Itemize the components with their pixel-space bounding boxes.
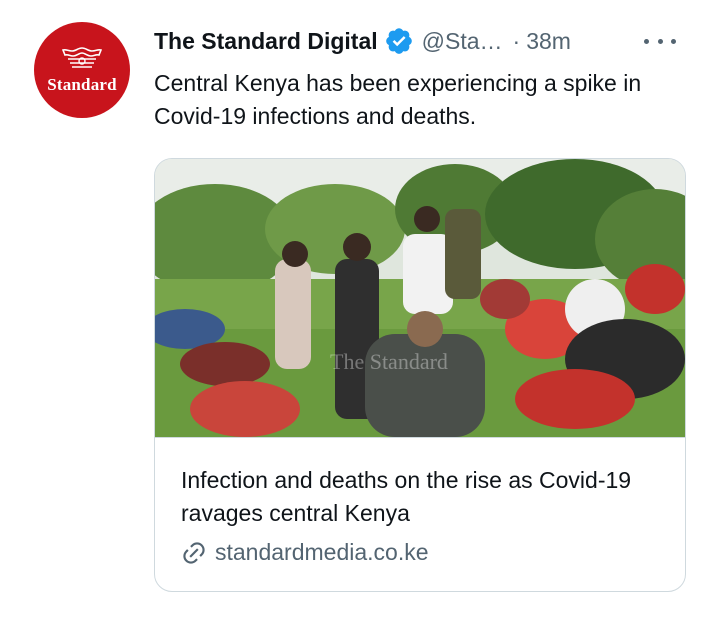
more-horizontal-icon[interactable] <box>644 30 676 52</box>
handle[interactable]: @Sta… <box>422 28 503 55</box>
separator-dot: · <box>512 27 521 54</box>
card-image[interactable]: The Standard <box>155 159 685 437</box>
display-name[interactable]: The Standard Digital <box>154 28 378 55</box>
card-domain[interactable]: standardmedia.co.ke <box>215 539 429 566</box>
photo-watermark: The Standard <box>330 349 448 374</box>
tweet-text: Central Kenya has been experiencing a sp… <box>154 70 642 129</box>
card-title[interactable]: Infection and deaths on the rise as Covi… <box>181 464 659 530</box>
link-card[interactable]: The Standard Infection and deaths on the… <box>154 158 686 592</box>
timestamp[interactable]: 38m <box>526 28 571 55</box>
avatar-wordmark: Standard <box>47 75 117 94</box>
avatar[interactable]: Standard <box>34 22 130 118</box>
card-body[interactable]: Infection and deaths on the rise as Covi… <box>155 437 685 566</box>
card-domain-row[interactable]: standardmedia.co.ke <box>181 539 659 566</box>
crest-icon <box>61 47 103 68</box>
tweet-header: The Standard Digital @Sta… · 38m <box>154 24 690 58</box>
link-icon <box>183 541 205 564</box>
verified-badge-icon <box>385 28 412 54</box>
